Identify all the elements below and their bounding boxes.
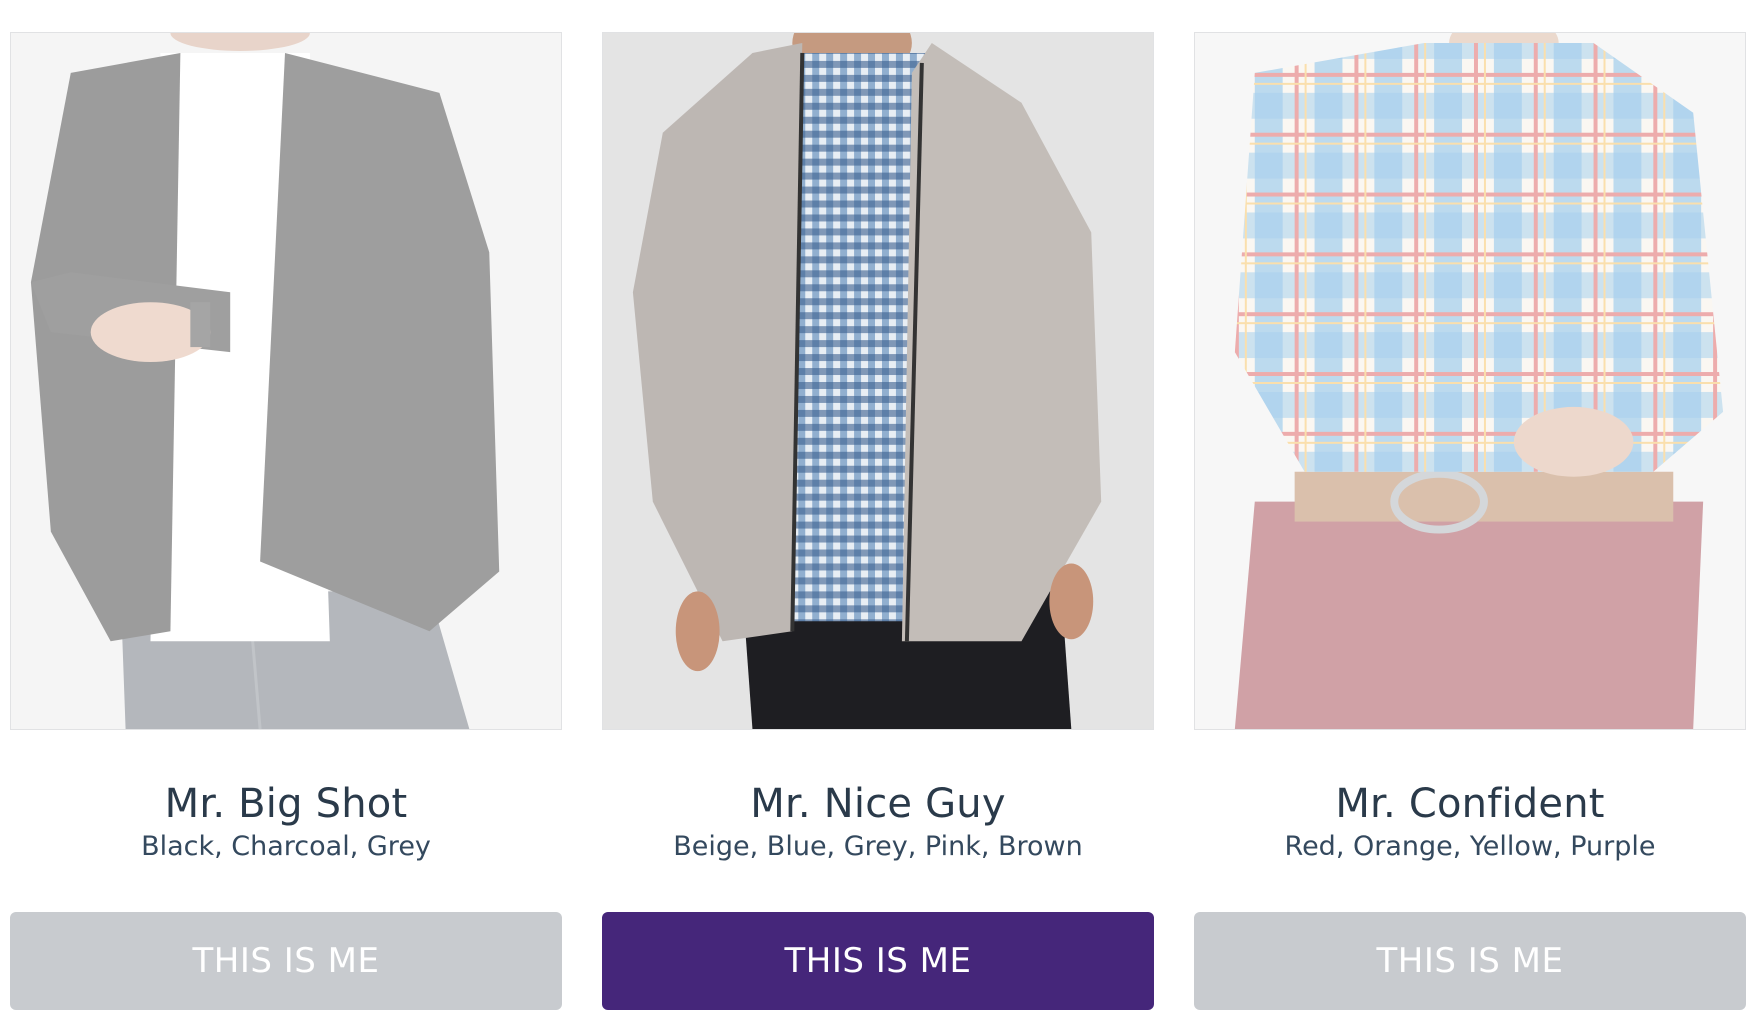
style-colors: Beige, Blue, Grey, Pink, Brown	[673, 831, 1083, 862]
style-photo[interactable]	[10, 32, 562, 730]
style-photo[interactable]	[602, 32, 1154, 730]
dim-overlay	[11, 33, 561, 729]
this-is-me-button[interactable]: THIS IS ME	[602, 912, 1154, 1010]
style-card-nice-guy[interactable]: Mr. Nice Guy Beige, Blue, Grey, Pink, Br…	[602, 32, 1154, 1010]
this-is-me-button[interactable]: THIS IS ME	[10, 912, 562, 1010]
style-name: Mr. Confident	[1335, 781, 1605, 827]
style-card-confident[interactable]: Mr. Confident Red, Orange, Yellow, Purpl…	[1194, 32, 1746, 1010]
style-colors: Black, Charcoal, Grey	[141, 831, 431, 862]
style-photo[interactable]	[1194, 32, 1746, 730]
style-options-grid: Mr. Big Shot Black, Charcoal, Grey THIS …	[10, 32, 1746, 1010]
style-name: Mr. Nice Guy	[750, 781, 1006, 827]
outfit-illustration	[603, 33, 1153, 729]
style-card-big-shot[interactable]: Mr. Big Shot Black, Charcoal, Grey THIS …	[10, 32, 562, 1010]
dim-overlay	[1195, 33, 1745, 729]
style-colors: Red, Orange, Yellow, Purple	[1284, 831, 1656, 862]
this-is-me-button[interactable]: THIS IS ME	[1194, 912, 1746, 1010]
style-name: Mr. Big Shot	[164, 781, 408, 827]
